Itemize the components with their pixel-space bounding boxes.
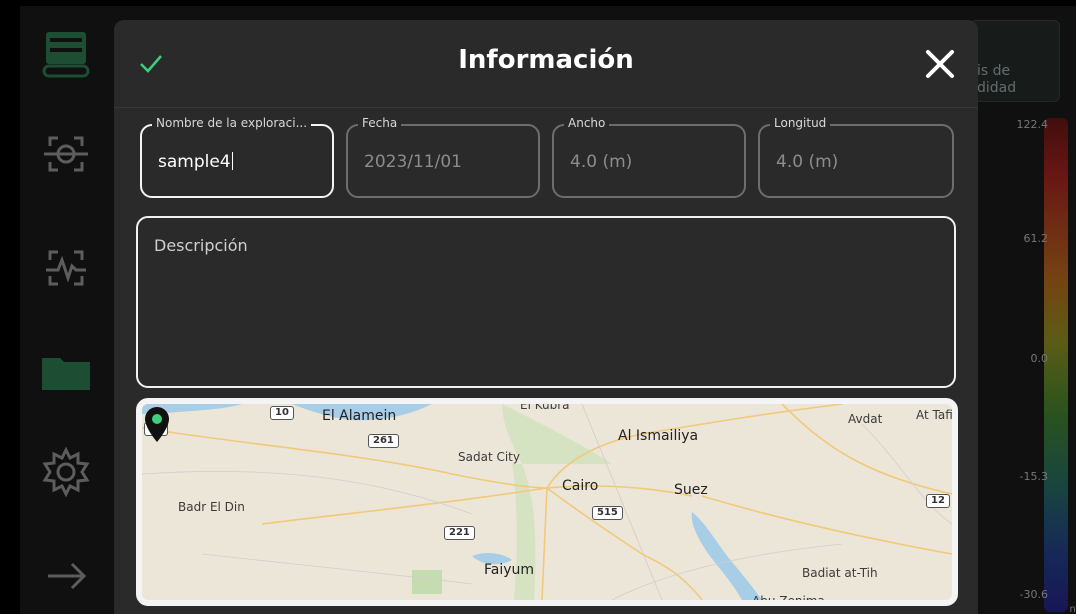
close-button[interactable] (920, 44, 960, 84)
scale-label: 122.4 (1016, 118, 1049, 131)
scan-target-icon[interactable] (36, 124, 96, 184)
map-label: Badr El Din (178, 500, 245, 514)
scale-unit: nT (1069, 604, 1076, 614)
location-map[interactable]: El Alamein El Kubra Avdat At Tafi Al Ism… (136, 398, 958, 606)
exploration-name-value: sample4 (158, 152, 231, 172)
description-textarea[interactable]: Descripción (136, 216, 956, 388)
map-label: Faiyum (484, 562, 535, 578)
width-field[interactable]: Ancho 4.0 (m) (552, 116, 746, 198)
map-label: Sadat City (458, 450, 520, 464)
analysis-button[interactable]: is de didad (970, 20, 1060, 102)
arrow-right-icon[interactable] (36, 546, 96, 606)
settings-icon[interactable] (36, 442, 96, 502)
close-icon (926, 50, 954, 78)
color-scale-bar (1044, 118, 1068, 612)
sidebar (20, 6, 116, 614)
scale-label: -30.6 (1019, 588, 1048, 601)
scan-signal-icon[interactable] (36, 238, 96, 298)
map-label: Badiat at-Tih (802, 566, 878, 580)
analysis-label: is de didad (977, 63, 1017, 96)
road-shield: 515 (592, 506, 623, 520)
folder-icon[interactable] (36, 340, 96, 400)
scale-label: -15.3 (1019, 470, 1048, 483)
map-label: Abu Zenima (752, 594, 825, 606)
map-label: Al Ismailiya (618, 428, 699, 444)
length-field[interactable]: Longitud 4.0 (m) (758, 116, 954, 198)
information-dialog: Información Nombre de la exploraci... sa… (114, 20, 978, 614)
date-field[interactable]: Fecha 2023/11/01 (346, 116, 540, 198)
dialog-title: Información (458, 45, 634, 75)
map-label: Avdat (848, 412, 883, 426)
description-label: Descripción (154, 236, 248, 255)
road-shield: 12 (926, 494, 950, 508)
width-label: Ancho (564, 116, 610, 130)
length-label: Longitud (770, 116, 831, 130)
exploration-name-label: Nombre de la exploraci... (152, 116, 312, 130)
map-label: At Tafi (916, 408, 953, 422)
scale-label: 0.0 (1030, 352, 1049, 365)
map-label: El Kubra (520, 398, 570, 412)
date-label: Fecha (358, 116, 402, 130)
text-caret (231, 152, 233, 170)
exploration-name-field[interactable]: Nombre de la exploraci... sample4 (140, 116, 334, 198)
length-value: 4.0 (m) (776, 152, 839, 172)
location-pin-icon (145, 407, 169, 442)
scale-label: 61.2 (1023, 232, 1049, 245)
map-label: Suez (674, 482, 708, 498)
app-frame: is de didad 122.4 61.2 0.0 -15.3 -30.6 n… (20, 6, 1076, 614)
date-value: 2023/11/01 (364, 152, 462, 172)
map-label: El Alamein (322, 408, 397, 424)
dialog-header: Información (114, 20, 978, 108)
road-shield: 221 (444, 526, 475, 540)
map-label: Cairo (562, 478, 599, 494)
road-shield: 261 (368, 434, 399, 448)
road-shield: 10 (270, 406, 294, 420)
scanner-icon[interactable] (36, 24, 96, 84)
width-value: 4.0 (m) (570, 152, 633, 172)
